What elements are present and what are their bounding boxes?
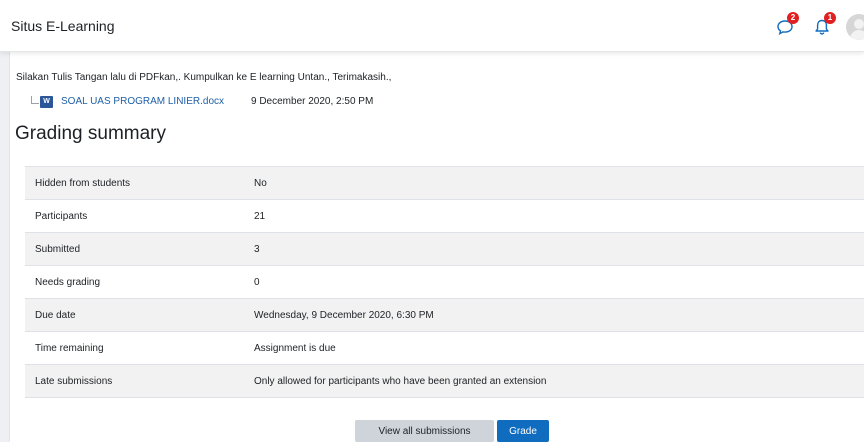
row-label: Hidden from students [25, 166, 244, 200]
grading-summary-table: Hidden from students No Participants 21 … [25, 166, 864, 398]
row-label: Participants [25, 199, 244, 233]
row-value: Assignment is due [244, 331, 864, 365]
notifications-toggle[interactable]: 1 [813, 12, 836, 36]
grade-button[interactable]: Grade [497, 420, 549, 442]
word-document-icon: W [40, 96, 53, 108]
attachment-link[interactable]: SOAL UAS PROGRAM LINIER.docx [61, 96, 224, 107]
row-label: Due date [25, 298, 244, 332]
table-row: Submitted 3 [25, 232, 864, 266]
row-value: 0 [244, 265, 864, 299]
notifications-count-badge: 1 [824, 12, 836, 24]
table-row: Participants 21 [25, 199, 864, 233]
assignment-intro: Silakan Tulis Tangan lalu di PDFkan,. Ku… [16, 72, 392, 83]
row-label: Late submissions [25, 364, 244, 398]
attachment-date: 9 December 2020, 2:50 PM [251, 96, 374, 107]
user-avatar[interactable] [846, 14, 864, 40]
navbar: Situs E-Learning 2 1 [0, 0, 864, 52]
left-drawer-edge [0, 52, 10, 442]
table-row: Time remaining Assignment is due [25, 331, 864, 365]
table-row: Hidden from students No [25, 166, 864, 200]
row-value: 3 [244, 232, 864, 266]
table-row: Needs grading 0 [25, 265, 864, 299]
table-row: Late submissions Only allowed for partic… [25, 364, 864, 398]
view-all-submissions-button[interactable]: View all submissions [355, 420, 494, 442]
site-name[interactable]: Situs E-Learning [11, 18, 115, 34]
row-label: Time remaining [25, 331, 244, 365]
row-value: Wednesday, 9 December 2020, 6:30 PM [244, 298, 864, 332]
attachment-row: W SOAL UAS PROGRAM LINIER.docx 9 Decembe… [31, 96, 451, 110]
tree-connector [31, 96, 39, 104]
table-row: Due date Wednesday, 9 December 2020, 6:3… [25, 298, 864, 332]
messages-count-badge: 2 [787, 12, 799, 24]
messages-toggle[interactable]: 2 [776, 12, 799, 36]
row-value: No [244, 166, 864, 200]
row-label: Needs grading [25, 265, 244, 299]
row-value: Only allowed for participants who have b… [244, 364, 864, 398]
row-value: 21 [244, 199, 864, 233]
main-content: Silakan Tulis Tangan lalu di PDFkan,. Ku… [11, 52, 864, 442]
grading-summary-heading: Grading summary [15, 123, 166, 144]
row-label: Submitted [25, 232, 244, 266]
avatar-body-shape [850, 30, 864, 40]
avatar-head-shape [854, 19, 864, 29]
